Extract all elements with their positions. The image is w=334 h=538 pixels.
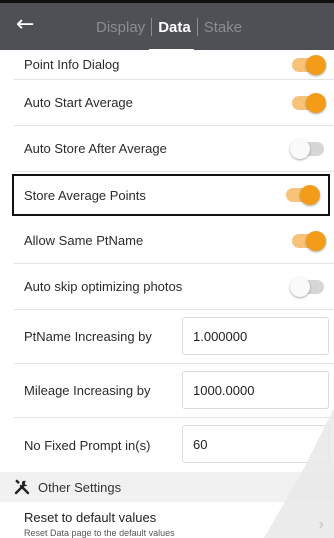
toggle-knob bbox=[306, 54, 326, 75]
setting-label: Auto Start Average bbox=[24, 95, 133, 110]
mileage-increasing-input[interactable] bbox=[182, 371, 329, 409]
setting-no-fixed-prompt: No Fixed Prompt in(s) bbox=[14, 418, 334, 472]
section-title: Other Settings bbox=[38, 479, 122, 495]
setting-label: PtName Increasing by bbox=[24, 329, 152, 344]
auto-skip-optimizing-photos-toggle[interactable] bbox=[290, 276, 324, 297]
setting-allow-same-ptname[interactable]: Allow Same PtName bbox=[14, 218, 334, 264]
setting-auto-skip-optimizing-photos[interactable]: Auto skip optimizing photos bbox=[14, 264, 334, 310]
setting-label: Auto skip optimizing photos bbox=[24, 279, 183, 294]
setting-label: Store Average Points bbox=[24, 187, 146, 203]
setting-label: No Fixed Prompt in(s) bbox=[24, 437, 151, 453]
auto-start-average-toggle[interactable] bbox=[292, 92, 326, 113]
top-bar: ← Display Data Stake bbox=[0, 0, 334, 51]
toggle-knob bbox=[290, 138, 310, 159]
setting-label: Auto Store After Average bbox=[24, 141, 167, 156]
tab-stake[interactable]: Stake bbox=[204, 19, 242, 36]
toggle-knob bbox=[306, 230, 326, 251]
reset-subtitle: Reset Data page to the default values bbox=[24, 528, 175, 538]
setting-label: Allow Same PtName bbox=[24, 233, 144, 248]
tab-divider bbox=[151, 18, 153, 36]
settings-list[interactable]: Point Info Dialog Auto Start Average Aut… bbox=[0, 50, 334, 538]
tab-bar: Display Data Stake bbox=[96, 18, 242, 36]
setting-store-average-points[interactable]: Store Average Points bbox=[12, 174, 330, 216]
point-info-dialog-toggle[interactable] bbox=[292, 54, 326, 75]
setting-auto-start-average[interactable]: Auto Start Average bbox=[14, 80, 334, 126]
setting-label: Mileage Increasing by bbox=[24, 383, 151, 398]
toggle-knob bbox=[306, 92, 326, 113]
tab-data[interactable]: Data bbox=[158, 19, 191, 36]
chevron-right-icon: › bbox=[318, 516, 324, 533]
setting-label: Point Info Dialog bbox=[24, 57, 120, 72]
store-average-points-toggle[interactable] bbox=[286, 185, 320, 205]
auto-store-after-average-toggle[interactable] bbox=[290, 138, 324, 159]
no-fixed-prompt-input[interactable] bbox=[182, 425, 329, 463]
tools-icon bbox=[14, 479, 30, 495]
toggle-knob bbox=[300, 185, 320, 205]
tab-display[interactable]: Display bbox=[96, 19, 145, 36]
setting-ptname-increasing: PtName Increasing by bbox=[14, 310, 334, 364]
toggle-knob bbox=[290, 276, 310, 297]
setting-point-info-dialog[interactable]: Point Info Dialog bbox=[14, 50, 334, 80]
tab-divider bbox=[196, 18, 198, 36]
ptname-increasing-input[interactable] bbox=[182, 317, 329, 355]
setting-mileage-increasing: Mileage Increasing by bbox=[14, 364, 334, 418]
back-arrow-icon[interactable]: ← bbox=[16, 13, 34, 37]
other-settings-header: Other Settings bbox=[0, 472, 334, 502]
reset-defaults-row[interactable]: Reset to default values Reset Data page … bbox=[0, 502, 334, 538]
reset-title: Reset to default values bbox=[24, 510, 157, 525]
setting-auto-store-after-average[interactable]: Auto Store After Average bbox=[14, 126, 334, 172]
allow-same-ptname-toggle[interactable] bbox=[292, 230, 326, 251]
